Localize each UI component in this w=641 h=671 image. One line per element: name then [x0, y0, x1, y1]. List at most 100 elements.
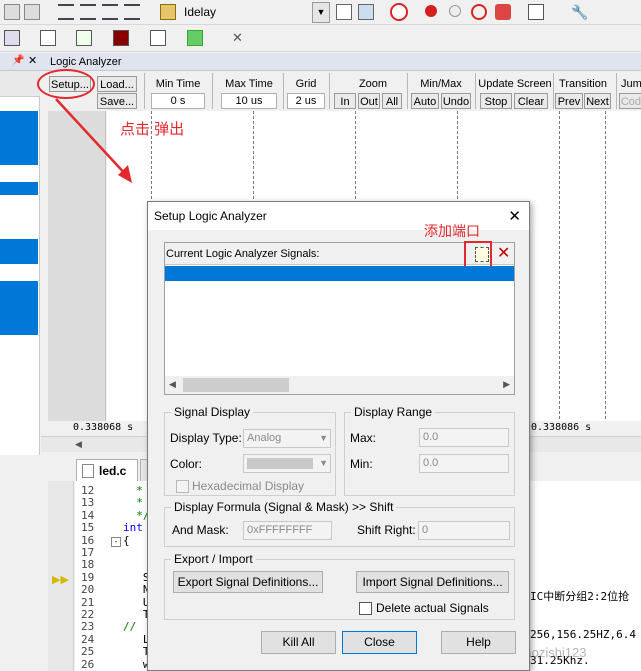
delete-signal-icon[interactable]: ✕	[497, 243, 510, 263]
view-icon[interactable]	[528, 4, 544, 20]
add-port-annotation: 添加端口	[424, 223, 480, 239]
toolbox-icon[interactable]: ✕	[232, 30, 248, 46]
help-button[interactable]: Help	[441, 631, 516, 654]
close-button[interactable]: Close	[342, 631, 417, 654]
signals-list-selected-row[interactable]	[165, 266, 514, 281]
debug-icon[interactable]	[390, 3, 408, 21]
find-in-files-icon[interactable]	[160, 4, 176, 20]
breakpoint-icon[interactable]	[425, 5, 437, 17]
bookmark-next-icon[interactable]	[24, 4, 40, 20]
tools-icon[interactable]	[358, 4, 374, 20]
grid-line	[605, 111, 606, 429]
display-type-select[interactable]: Analog ▼	[243, 429, 331, 448]
project-header	[0, 71, 40, 97]
line-number: 14	[81, 508, 95, 522]
signals-label: Current Logic Analyzer Signals:	[166, 248, 320, 260]
line-number: 21	[81, 595, 95, 609]
display-range-group: Display Range Max: 0.0 Min: 0.0	[344, 405, 515, 496]
fold-minus-icon[interactable]: -	[111, 537, 121, 547]
color-select[interactable]: ▼	[243, 454, 331, 473]
bookmark-icon[interactable]	[4, 4, 20, 20]
system-viewer-icon[interactable]	[187, 30, 203, 46]
scroll-right-icon[interactable]: ▶	[503, 379, 510, 390]
toolbar-row-2: ✕	[0, 25, 641, 52]
transition-label: Transition	[559, 78, 607, 90]
prev-button[interactable]: Prev	[555, 93, 583, 109]
zoom-out-button[interactable]: Out	[358, 93, 380, 109]
analysis-window-icon[interactable]	[76, 30, 92, 46]
line-number: 22	[81, 608, 95, 621]
toolbar-row-1: Idelay ▼ 🔧	[0, 0, 641, 25]
stop-button[interactable]: Stop	[480, 93, 512, 109]
code-line: //	[123, 620, 137, 634]
min-field[interactable]: 0.0	[419, 454, 509, 473]
code-line: {	[123, 533, 130, 547]
pin-icon[interactable]: 📌	[12, 55, 24, 66]
project-item[interactable]	[0, 111, 38, 165]
line-number: 26	[81, 657, 95, 671]
scroll-left-icon[interactable]: ◀	[169, 379, 176, 390]
indent-icon[interactable]	[58, 4, 74, 20]
signals-list-scrollbar[interactable]: ◀ ▶	[165, 376, 514, 394]
document-icon[interactable]	[336, 4, 352, 20]
chevron-down-icon: ▼	[319, 458, 328, 468]
logic-analyzer-titlebar: 📌 ✕ Logic Analyzer	[0, 53, 641, 71]
kill-all-button[interactable]: Kill All	[261, 631, 336, 654]
time-left-label: 0.338068 s	[73, 422, 134, 433]
logic-analyzer-icon[interactable]	[113, 30, 129, 46]
project-item[interactable]	[0, 281, 38, 335]
delete-signals-checkbox[interactable]	[359, 602, 372, 615]
signals-list-frame: Current Logic Analyzer Signals: ✕ ◀ ▶	[164, 241, 515, 395]
hex-display-label: Hexadecimal Display	[192, 479, 305, 493]
and-mask-field[interactable]: 0xFFFFFFFF	[243, 521, 332, 540]
display-type-label: Display Type:	[170, 431, 242, 445]
color-swatch	[247, 458, 313, 469]
project-item[interactable]	[0, 239, 38, 264]
scroll-thumb[interactable]	[183, 378, 289, 392]
separator	[212, 73, 213, 109]
breakpoint-disabled-icon[interactable]	[449, 5, 461, 17]
grid-line	[559, 111, 560, 429]
trace-window-icon[interactable]	[150, 30, 166, 46]
line-number: 19	[81, 570, 95, 584]
code-button[interactable]: Code	[619, 93, 641, 109]
comment-icon[interactable]	[102, 4, 118, 20]
import-definitions-button[interactable]: Import Signal Definitions...	[356, 571, 509, 593]
hex-display-checkbox[interactable]	[176, 480, 189, 493]
close-icon[interactable]: ✕	[508, 207, 521, 225]
serial-window-icon[interactable]	[40, 30, 56, 46]
file-icon	[82, 464, 94, 478]
undo-button[interactable]: Undo	[441, 93, 471, 109]
project-item[interactable]	[0, 182, 38, 195]
zoom-all-button[interactable]: All	[382, 93, 402, 109]
kill-breakpoints-icon[interactable]	[471, 4, 487, 20]
max-time-value: 10 us	[221, 93, 277, 109]
shift-right-label: Shift Right:	[357, 523, 416, 537]
target-combo[interactable]: Idelay ▼	[180, 2, 330, 23]
logic-analyzer-title: Logic Analyzer	[50, 56, 122, 68]
line-number: 13	[81, 496, 95, 510]
chevron-down-icon[interactable]: ▼	[312, 2, 330, 23]
tab-led-c[interactable]: led.c	[76, 459, 138, 481]
uncomment-icon[interactable]	[124, 4, 140, 20]
scroll-left-icon[interactable]: ◀	[75, 439, 82, 450]
zoom-label: Zoom	[358, 78, 388, 90]
line-number: 23	[81, 620, 95, 634]
load-button[interactable]: Load...	[97, 76, 137, 92]
formula-group: Display Formula (Signal & Mask) >> Shift…	[164, 500, 515, 547]
export-definitions-button[interactable]: Export Signal Definitions...	[173, 571, 323, 593]
clear-button[interactable]: Clear	[514, 93, 548, 109]
next-button[interactable]: Next	[584, 93, 611, 109]
max-field[interactable]: 0.0	[419, 428, 509, 447]
line-number: 20	[81, 583, 95, 597]
window-layout-icon[interactable]	[495, 4, 511, 20]
unindent-icon[interactable]	[80, 4, 96, 20]
registers-window-icon[interactable]	[4, 30, 20, 46]
shift-right-field[interactable]: 0	[418, 521, 510, 540]
and-mask-label: And Mask:	[172, 523, 229, 537]
close-icon[interactable]: ✕	[28, 54, 37, 67]
zoom-in-button[interactable]: In	[334, 93, 356, 109]
auto-button[interactable]: Auto	[411, 93, 439, 109]
chevron-down-icon: ▼	[319, 433, 328, 443]
wrench-icon[interactable]: 🔧	[571, 4, 588, 20]
